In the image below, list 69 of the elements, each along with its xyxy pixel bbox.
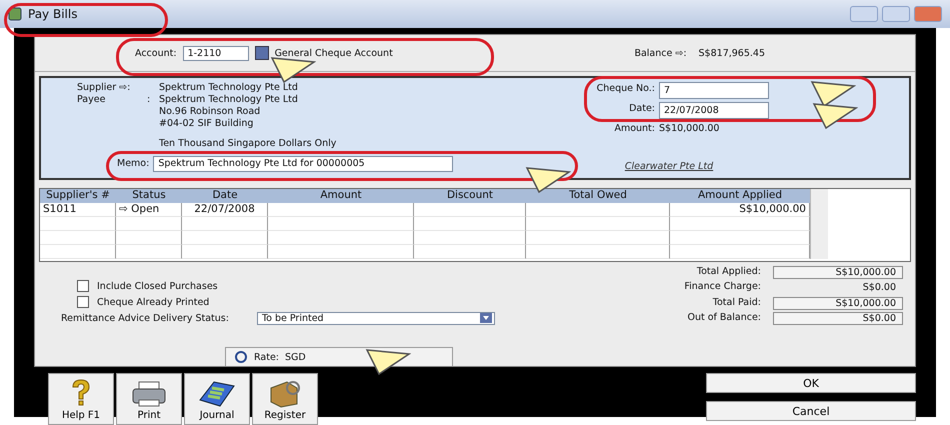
payee-address-line: No.96 Robinson Road	[159, 106, 262, 118]
printer-icon	[131, 380, 167, 408]
checkbox[interactable]	[77, 280, 89, 292]
total-label: Total Paid:	[712, 296, 762, 310]
column-header[interactable]: Amount	[268, 189, 414, 203]
checkbox[interactable]	[77, 296, 89, 308]
callout-pointer	[365, 348, 411, 376]
amount-in-words: Ten Thousand Singapore Dollars Only	[159, 138, 338, 150]
checkbox-label: Cheque Already Printed	[97, 296, 210, 308]
rate-label: Rate:	[254, 352, 279, 362]
dialog-button[interactable]: OK	[706, 373, 916, 393]
balance-value: S$817,965.45	[698, 48, 765, 58]
dialog-button[interactable]: Cancel	[706, 401, 916, 421]
payee-address-line: #04-02 SIF Building	[159, 118, 254, 130]
callout-pointer	[270, 56, 316, 84]
column-header[interactable]: Discount	[414, 189, 526, 203]
total-label: Out of Balance:	[686, 312, 762, 325]
column-header[interactable]: Supplier's #	[40, 189, 116, 203]
callout-pointer	[525, 166, 571, 194]
account-number-field[interactable]: 1-2110	[182, 46, 249, 60]
delivery-status-dropdown[interactable]: To be Printed	[256, 312, 495, 325]
total-value: S$0.00	[862, 281, 897, 294]
account-label: Account:	[135, 48, 177, 58]
payee-colon: :	[147, 94, 152, 107]
toolbar-button[interactable]: Help F1	[48, 373, 114, 425]
toolbar-button[interactable]: Journal	[184, 373, 250, 425]
column-header[interactable]: Status	[116, 189, 182, 203]
window-title: Pay Bills	[28, 7, 78, 21]
table-cell: ⇨ Open	[116, 203, 182, 217]
checkbox-label: Include Closed Purchases	[97, 280, 218, 292]
total-label: Finance Charge:	[683, 281, 762, 294]
table-cell: S$10,000.00	[670, 203, 810, 217]
total-value: S$10,000.00	[773, 296, 903, 310]
remittance-label: Remittance Advice Delivery Status:	[61, 313, 229, 324]
signature-text: Clearwater Pte Ltd	[624, 160, 714, 173]
total-value: S$0.00	[773, 312, 903, 325]
callout-pointer	[812, 102, 858, 130]
app-icon	[8, 7, 22, 21]
cheque-number-label: Cheque No.:	[596, 82, 656, 96]
memo-field[interactable]: Spektrum Technology Pte Ltd for 00000005	[153, 156, 454, 172]
supplier-name: Spektrum Technology Pte Ltd	[159, 82, 299, 94]
payee-address-line: Spektrum Technology Pte Ltd	[159, 94, 299, 106]
amount-value: S$10,000.00	[659, 122, 720, 135]
cheque-number-field[interactable]: 7	[659, 82, 769, 99]
total-value: S$10,000.00	[773, 266, 903, 280]
memo-label: Memo:	[117, 158, 150, 170]
table-cell: S1011	[40, 203, 116, 217]
list-icon[interactable]	[254, 46, 269, 60]
toolbar-button[interactable]: Register	[252, 373, 318, 425]
toolbar-button[interactable]: Print	[116, 373, 182, 425]
dropdown-arrow-icon	[480, 313, 492, 323]
column-header[interactable]: Date	[182, 189, 268, 203]
supplier-label: Supplier ⇨:	[77, 82, 132, 94]
balance-label: Balance ⇨:	[634, 48, 687, 58]
rate-value: SGD	[284, 352, 306, 362]
empty-table-cell	[116, 217, 182, 231]
date-field[interactable]: 22/07/2008	[659, 102, 769, 119]
total-label: Total Applied:	[696, 266, 762, 279]
empty-table-cell	[116, 245, 182, 259]
scrollbar[interactable]	[810, 189, 828, 259]
column-header[interactable]: Amount Applied	[670, 189, 810, 203]
account-name: General Cheque Account	[274, 48, 393, 58]
date-label: Date:	[628, 102, 656, 116]
table-cell: 22/07/2008	[182, 203, 268, 217]
column-header[interactable]: Total Owed	[526, 189, 670, 203]
empty-table-cell	[116, 231, 182, 245]
refresh-icon[interactable]	[234, 350, 248, 364]
payee-label: Payee	[77, 94, 106, 107]
amount-label: Amount:	[613, 122, 656, 135]
